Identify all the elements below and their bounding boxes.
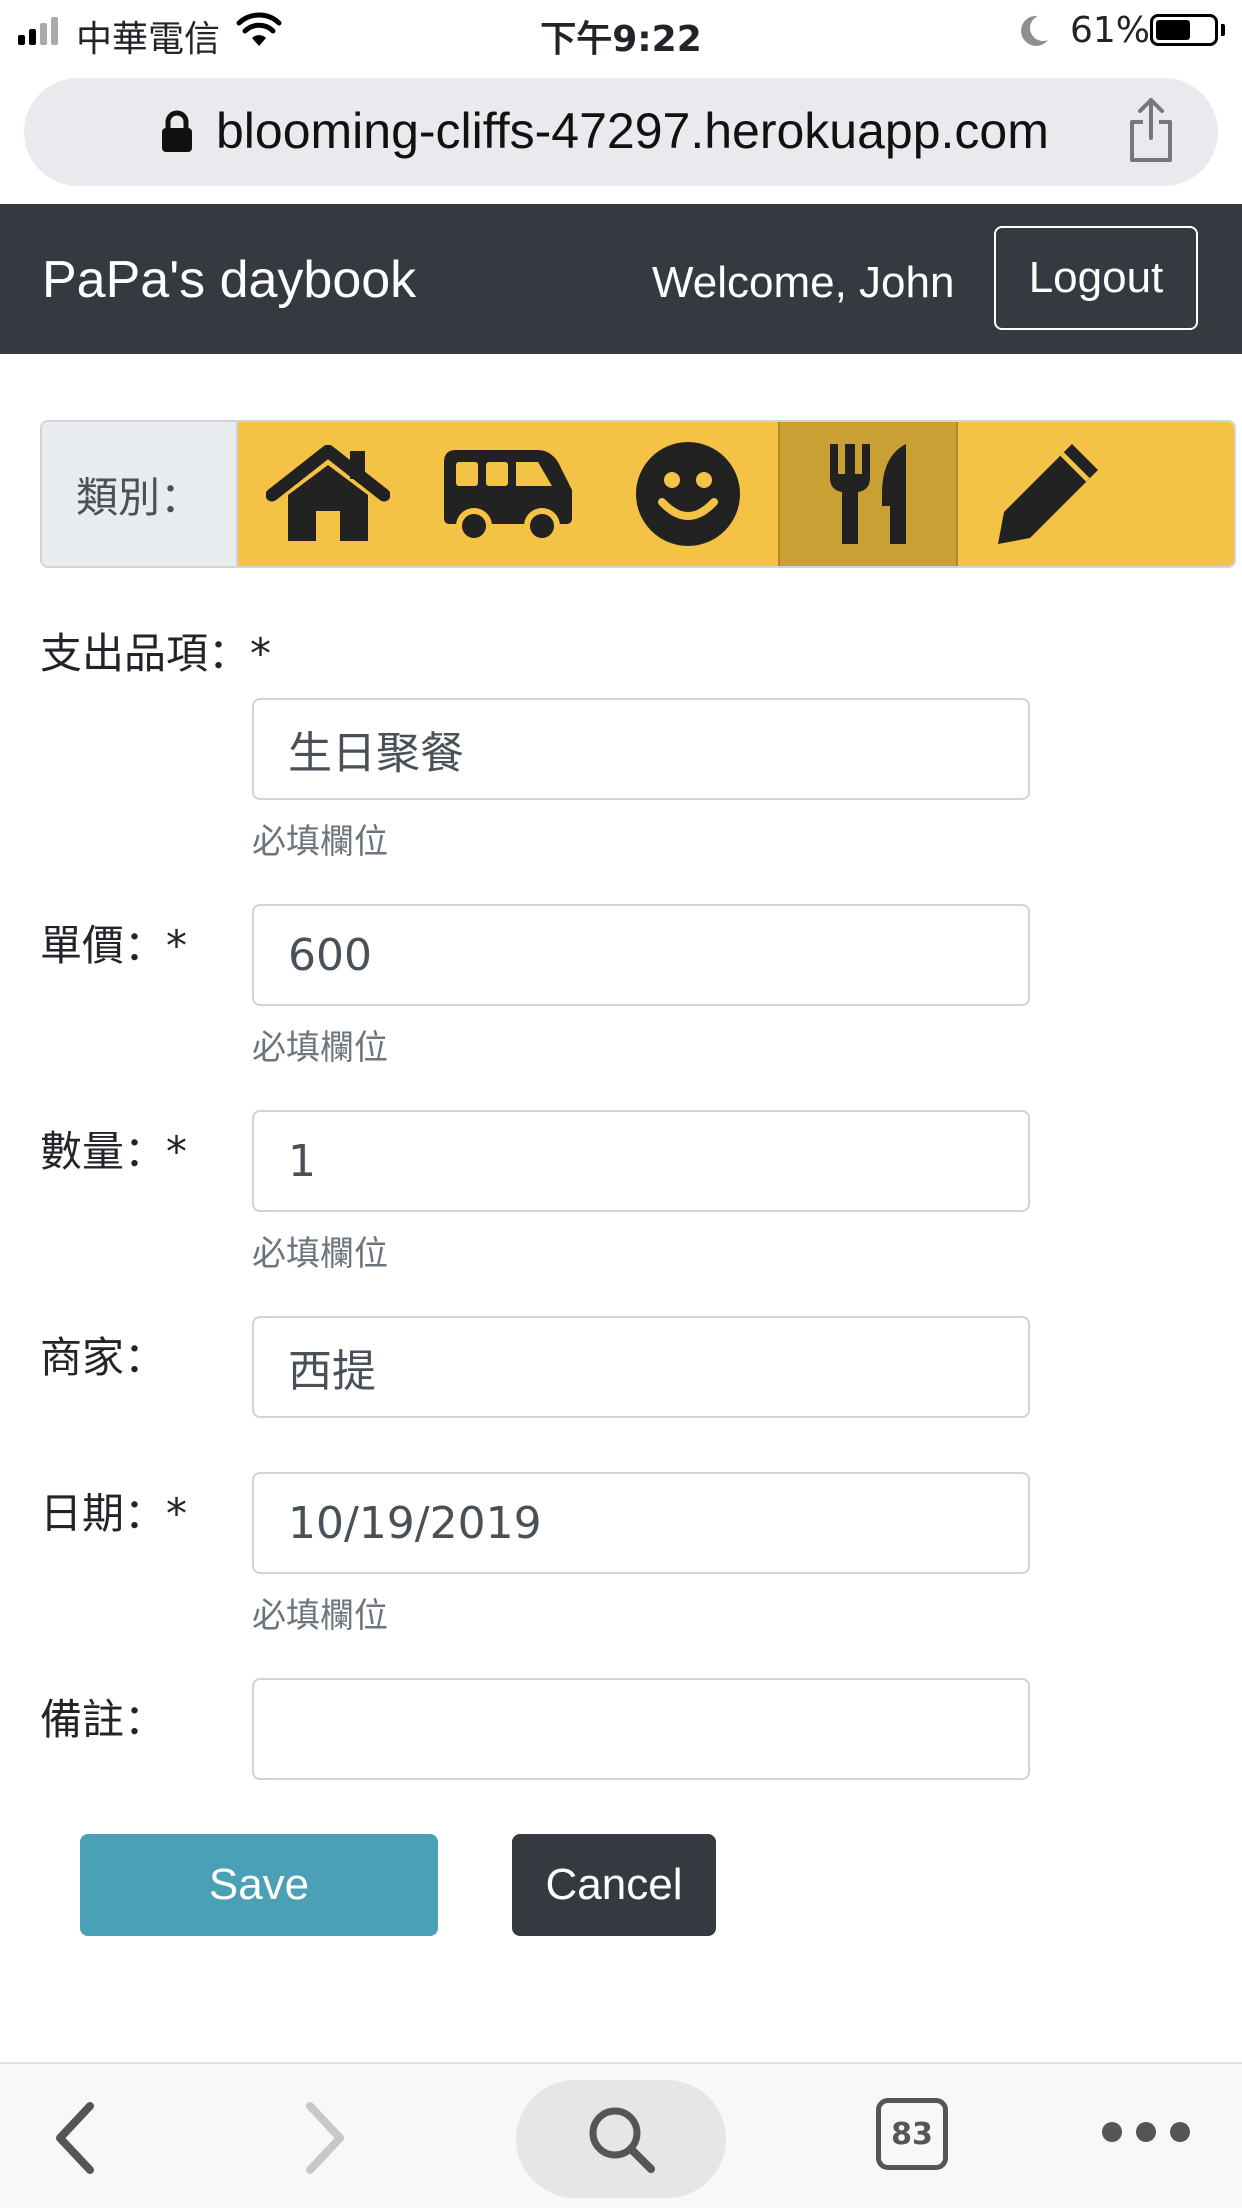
browser-toolbar: 83 [0, 2062, 1242, 2208]
category-food-button[interactable] [778, 422, 958, 566]
smile-icon [636, 442, 740, 546]
lock-icon [162, 110, 192, 152]
category-selector: 類別： [40, 420, 1236, 568]
van-icon [444, 450, 572, 542]
search-button[interactable] [516, 2080, 726, 2198]
quantity-help: 必填欄位 [252, 1234, 388, 1274]
url-text: blooming-cliffs-47297.herokuapp.com [216, 103, 1049, 159]
cancel-button[interactable]: Cancel [512, 1834, 716, 1936]
category-transport-button[interactable] [418, 422, 598, 566]
status-bar: 中華電信 下午9:22 61% [0, 0, 1242, 62]
utensils-icon [830, 444, 906, 544]
price-input[interactable] [252, 904, 1030, 1006]
save-button[interactable]: Save [80, 1834, 438, 1936]
item-label: 支出品項：* [40, 629, 272, 678]
date-input[interactable] [252, 1472, 1030, 1574]
price-help: 必填欄位 [252, 1028, 388, 1068]
note-label: 備註： [40, 1695, 167, 1744]
back-icon[interactable] [50, 2100, 100, 2176]
merchant-input[interactable] [252, 1316, 1030, 1418]
search-icon [589, 2107, 655, 2173]
home-icon [266, 445, 390, 541]
more-icon[interactable] [1102, 2122, 1190, 2142]
category-label: 類別： [42, 422, 238, 566]
note-input[interactable] [252, 1678, 1030, 1780]
brand-title[interactable]: PaPa's daybook [42, 250, 416, 310]
date-label: 日期：* [40, 1489, 188, 1538]
price-label: 單價：* [40, 921, 188, 970]
tabs-icon[interactable]: 83 [876, 2098, 948, 2170]
merchant-label: 商家： [40, 1333, 167, 1382]
battery-percent: 61% [1070, 10, 1151, 51]
address-bar[interactable]: blooming-cliffs-47297.herokuapp.com [24, 78, 1218, 186]
category-home-button[interactable] [238, 422, 418, 566]
welcome-text: Welcome, John [652, 258, 955, 307]
date-help: 必填欄位 [252, 1596, 388, 1636]
forward-icon[interactable] [300, 2100, 350, 2176]
category-other-button[interactable] [958, 422, 1138, 566]
logout-button[interactable]: Logout [994, 226, 1198, 330]
quantity-input[interactable] [252, 1110, 1030, 1212]
item-help: 必填欄位 [252, 822, 388, 862]
category-entertainment-button[interactable] [598, 422, 778, 566]
item-input[interactable] [252, 698, 1030, 800]
navbar: PaPa's daybook Welcome, John Logout [0, 204, 1242, 354]
quantity-label: 數量：* [40, 1127, 188, 1176]
moon-icon [1021, 15, 1048, 46]
share-icon[interactable] [1126, 96, 1176, 164]
battery-icon [1150, 14, 1218, 46]
clock: 下午9:22 [540, 19, 702, 60]
pencil-icon [998, 444, 1098, 544]
